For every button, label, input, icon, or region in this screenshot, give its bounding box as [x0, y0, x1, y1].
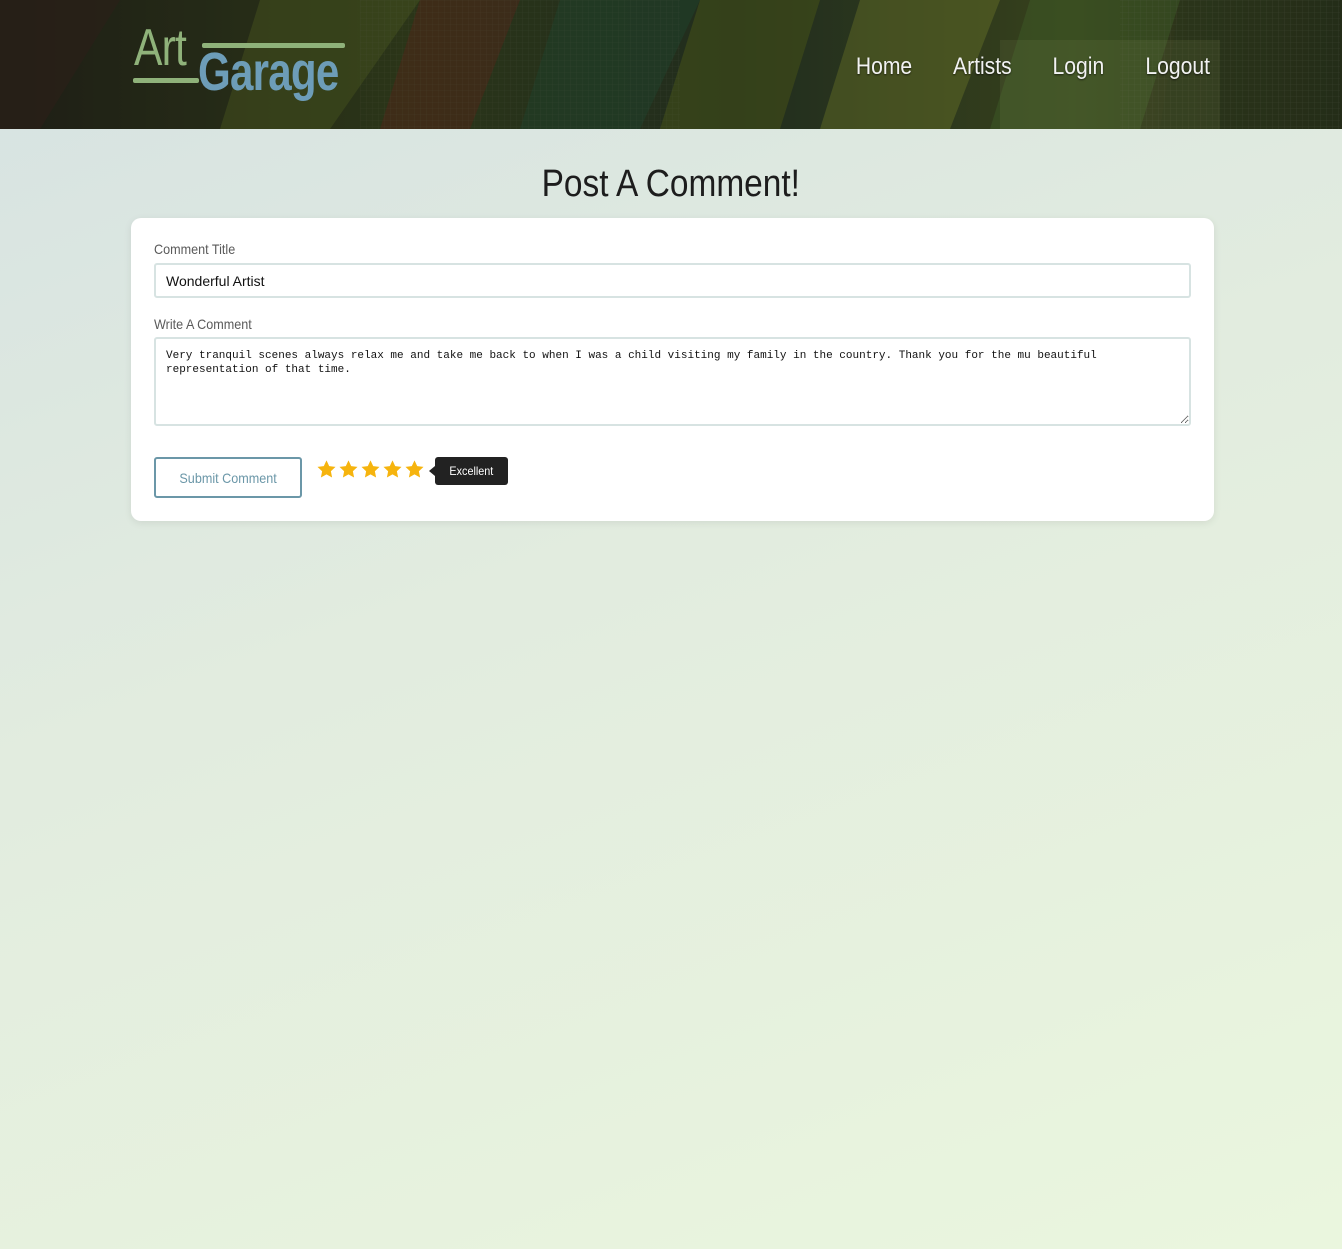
- logo-text-art: Art: [134, 19, 187, 77]
- nav-login[interactable]: Login: [1052, 50, 1104, 84]
- main-nav: Home Artists Login Logout: [852, 50, 1214, 84]
- star-rating: [316, 459, 425, 480]
- page-title: Post A Comment!: [0, 158, 1342, 210]
- comment-title-input[interactable]: [154, 263, 1191, 298]
- tooltip-arrow: [429, 466, 435, 476]
- comment-body-label: Write A Comment: [154, 316, 252, 332]
- art-garage-logo[interactable]: Art Garage: [132, 18, 352, 108]
- logo-text-garage: Garage: [198, 42, 339, 102]
- page-title-text: Post A Comment!: [541, 163, 801, 205]
- rating-tooltip: Excellent: [429, 457, 508, 485]
- star-icon[interactable]: [338, 459, 359, 480]
- site-header: Art Garage Home Artists Login Logout: [0, 0, 1342, 129]
- nav-artists[interactable]: Artists: [953, 50, 1012, 84]
- nav-logout[interactable]: Logout: [1145, 50, 1210, 84]
- star-icon[interactable]: [360, 459, 381, 480]
- star-icon[interactable]: [316, 459, 337, 480]
- comment-title-label: Comment Title: [154, 241, 236, 257]
- submit-comment-label: Submit Comment: [179, 469, 277, 486]
- comment-form-card: Comment Title Write A Comment Very tranq…: [131, 218, 1214, 521]
- submit-comment-button[interactable]: Submit Comment: [154, 457, 302, 498]
- rating-tooltip-text: Excellent: [449, 464, 494, 478]
- nav-home[interactable]: Home: [856, 50, 912, 84]
- logo-bar-bottom: [133, 78, 199, 83]
- star-icon[interactable]: [382, 459, 403, 480]
- comment-body-textarea[interactable]: Very tranquil scenes always relax me and…: [154, 337, 1191, 426]
- star-icon[interactable]: [404, 459, 425, 480]
